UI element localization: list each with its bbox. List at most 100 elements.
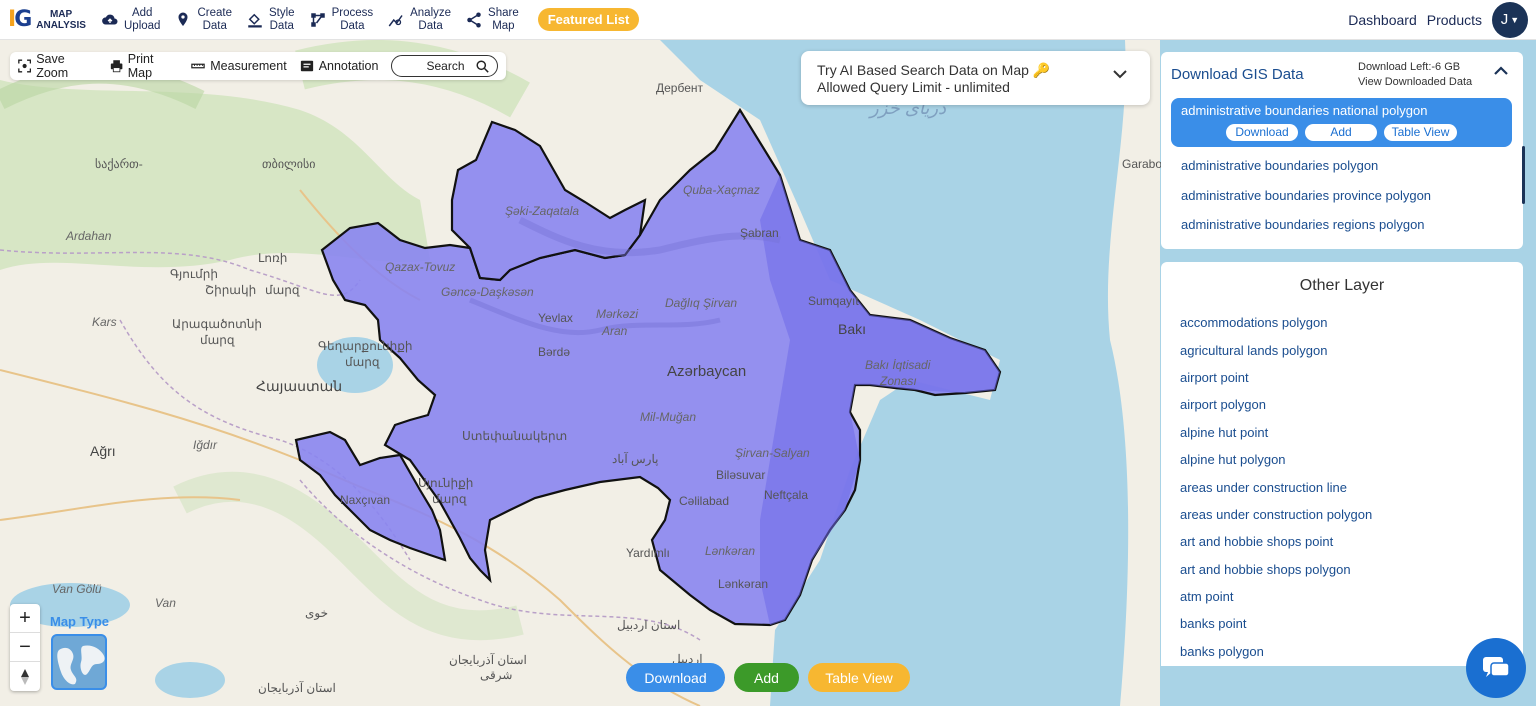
download-left-text: Download Left:-6 GB (1358, 61, 1461, 73)
other-layer-item[interactable]: areas under construction polygon (1180, 507, 1372, 522)
measurement-label: Measurement (210, 59, 287, 73)
map-label: خوی (305, 606, 329, 620)
nav-share-map[interactable]: Share Map (458, 0, 526, 40)
nav-label: Analyze (410, 6, 452, 19)
map-label: մարզ (265, 283, 300, 297)
view-downloaded-link[interactable]: View Downloaded Data (1358, 75, 1472, 90)
nav-label: Data (269, 19, 294, 32)
map-label: Neftçala (764, 488, 809, 502)
zoom-out-button[interactable]: − (10, 633, 40, 662)
other-layer-item[interactable]: agricultural lands polygon (1180, 343, 1327, 358)
chevron-down-icon[interactable] (1112, 69, 1128, 79)
dashboard-link[interactable]: Dashboard (1348, 12, 1417, 28)
save-zoom-button[interactable]: Save Zoom (18, 52, 97, 80)
ruler-icon (191, 63, 205, 69)
nav-style-data[interactable]: Style Data (239, 0, 302, 40)
search-icon (476, 59, 489, 73)
chevron-up-icon[interactable] (1493, 66, 1509, 76)
other-layer-item[interactable]: airport polygon (1180, 397, 1266, 412)
logo[interactable]: IG MAP ANALYSIS (8, 7, 94, 32)
selected-layer-item[interactable]: administrative boundaries national polyg… (1171, 98, 1512, 147)
chat-icon (1483, 657, 1510, 677)
annotation-button[interactable]: Annotation (300, 59, 379, 73)
map-label: Yevlax (538, 311, 573, 325)
other-layer-item[interactable]: alpine hut polygon (1180, 452, 1286, 467)
panel-scrollbar[interactable] (1522, 146, 1525, 204)
selected-layer-name: administrative boundaries national polyg… (1181, 103, 1428, 118)
other-layer-item[interactable]: art and hobbie shops polygon (1180, 562, 1351, 577)
other-layer-item[interactable]: accommodations polygon (1180, 315, 1327, 330)
ai-search-panel[interactable]: Try AI Based Search Data on Map 🔑 Allowe… (801, 51, 1150, 105)
map-label: Գեղարքունիքի (318, 339, 413, 353)
map-label: Zonası (880, 374, 917, 388)
map-label: Գյումրի (170, 267, 218, 281)
map-label: Սյունիքի (418, 476, 474, 490)
bottom-table-view-button[interactable]: Table View (808, 663, 910, 692)
map-label: شرقی (480, 668, 513, 682)
compass-reset-button[interactable] (10, 662, 40, 691)
layer-add-button[interactable]: Add (1305, 124, 1377, 141)
products-link[interactable]: Products (1427, 12, 1482, 28)
nav-analyze-data[interactable]: Analyze Data (380, 0, 458, 40)
layer-list-item[interactable]: administrative boundaries regions polygo… (1181, 217, 1425, 232)
other-layer-item[interactable]: airport point (1180, 370, 1249, 385)
map-label: Qazax-Tovuz (385, 260, 456, 274)
map-search-input[interactable]: Search (391, 55, 498, 77)
key-icon: 🔑 (1032, 62, 1051, 78)
nav-create-data[interactable]: Create Data (167, 0, 239, 40)
map-label: پارس آباد (612, 452, 659, 466)
map-label: Հայաստան (256, 378, 343, 394)
bottom-add-button[interactable]: Add (734, 663, 799, 692)
top-navbar: IG MAP ANALYSIS Add Upload Create Data Sty… (0, 0, 1536, 40)
other-layer-item[interactable]: areas under construction line (1180, 480, 1347, 495)
printer-icon (110, 60, 122, 73)
other-layer-item[interactable]: banks point (1180, 616, 1247, 631)
map-label: استان آذربایجان (258, 681, 336, 695)
map-label: Дербент (656, 81, 704, 95)
print-map-label: Print Map (127, 52, 154, 80)
map-toolbar: Save Zoom Print Map Measurement Annotati… (10, 52, 506, 80)
layer-table-view-button[interactable]: Table View (1384, 124, 1457, 141)
map-label: Mərkəzi (596, 307, 639, 321)
map-label: استان اردبیل (617, 618, 681, 632)
map-type-thumbnail[interactable] (51, 634, 107, 690)
other-layer-panel: Other Layer accommodations polygon agric… (1161, 262, 1523, 666)
map-label: Şirvan-Salyan (735, 446, 810, 460)
logo-mark-icon: IG (8, 7, 32, 32)
search-label: Search (426, 59, 465, 73)
layer-list-item[interactable]: administrative boundaries polygon (1181, 158, 1378, 173)
map-label: Şəki-Zaqatala (505, 204, 580, 218)
nav-process-data[interactable]: Process Data (302, 0, 381, 40)
map-label: մարզ (432, 492, 467, 506)
ai-query-limit: Allowed Query Limit - unlimited (817, 79, 1010, 95)
analyze-icon (388, 14, 403, 26)
zoom-in-button[interactable]: + (10, 604, 40, 633)
map-label: Bərdə (538, 345, 571, 359)
other-layer-item[interactable]: atm point (1180, 589, 1233, 604)
other-layer-item[interactable]: art and hobbie shops point (1180, 534, 1333, 549)
logo-text-bottom: ANALYSIS (36, 19, 86, 31)
nav-add-upload[interactable]: Add Upload (94, 0, 167, 40)
annotation-icon (300, 60, 313, 72)
chat-widget-button[interactable] (1466, 638, 1526, 698)
print-map-button[interactable]: Print Map (110, 52, 179, 80)
other-layer-title: Other Layer (1299, 277, 1385, 294)
map-label: Sumqayıt (808, 294, 859, 308)
layer-download-button[interactable]: Download (1226, 124, 1298, 141)
user-avatar-menu[interactable]: J ▼ (1492, 1, 1528, 38)
other-layer-item[interactable]: banks polygon (1180, 644, 1264, 659)
map-label: Iğdır (193, 438, 218, 452)
ai-search-title: Try AI Based Search Data on Map (817, 62, 1029, 78)
bottom-download-button[interactable]: Download (626, 663, 725, 692)
layer-list-item[interactable]: administrative boundaries province polyg… (1181, 188, 1431, 203)
nav-label: Data (340, 19, 365, 32)
other-layer-item[interactable]: alpine hut point (1180, 425, 1268, 440)
measurement-button[interactable]: Measurement (191, 59, 287, 73)
map-pin-icon (178, 12, 188, 26)
map-label: استان آذربایجان (449, 653, 527, 667)
cloud-upload-icon (102, 14, 118, 24)
featured-list-button[interactable]: Featured List (537, 8, 640, 31)
map-label: Biləsuvar (716, 468, 766, 482)
nav-label: Create (197, 6, 232, 19)
annotation-label: Annotation (318, 59, 379, 73)
